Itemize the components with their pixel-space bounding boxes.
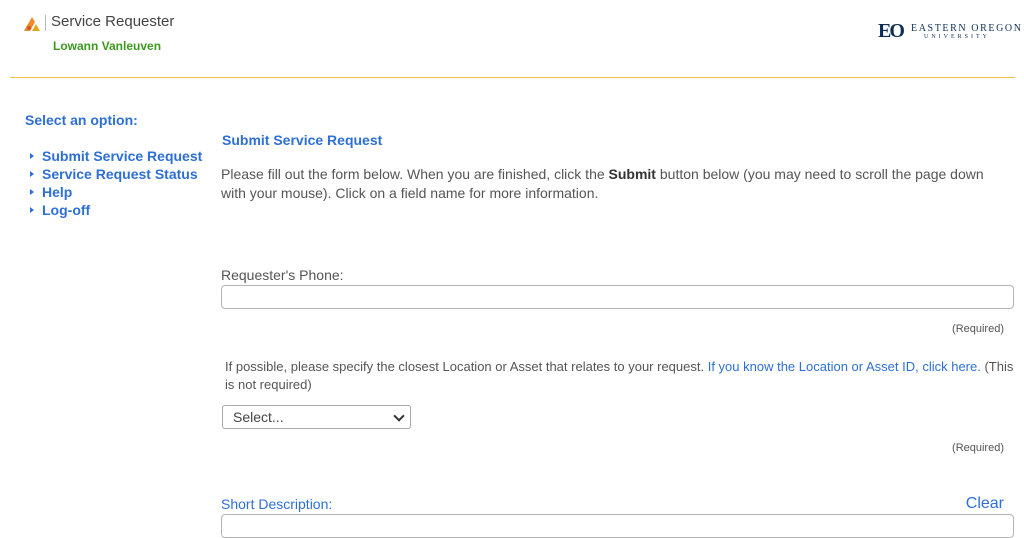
phone-field-label[interactable]: Requester's Phone: xyxy=(221,267,344,283)
phone-required-note: (Required) xyxy=(952,323,1004,335)
arrow-right-icon xyxy=(30,153,34,159)
short-description-input[interactable] xyxy=(221,514,1014,538)
sidebar-item-label: Log-off xyxy=(42,202,91,218)
sidebar-item-label: Submit Service Request xyxy=(42,148,203,164)
location-help-start: If possible, please specify the closest … xyxy=(225,359,708,374)
sidebar-item-service-request-status[interactable]: Service Request Status xyxy=(25,165,215,183)
arrow-right-icon xyxy=(30,207,34,213)
location-asset-select[interactable]: Select... xyxy=(222,405,411,429)
university-logo: EO EASTERN OREGON UNIVERSITY xyxy=(878,20,1021,44)
arrow-right-icon xyxy=(30,189,34,195)
location-asset-id-link[interactable]: If you know the Location or Asset ID, cl… xyxy=(708,359,981,374)
location-required-note: (Required) xyxy=(952,442,1004,454)
location-help-text: If possible, please specify the closest … xyxy=(225,358,1015,394)
app-title: Service Requester xyxy=(51,13,175,30)
phone-input[interactable] xyxy=(221,285,1014,309)
title-separator xyxy=(45,15,46,31)
sidebar-item-label: Help xyxy=(42,184,73,200)
arrow-right-icon xyxy=(30,171,34,177)
header-divider xyxy=(10,77,1015,78)
clear-button[interactable]: Clear xyxy=(966,495,1004,513)
chevron-down-icon xyxy=(393,410,405,422)
sidebar-item-label: Service Request Status xyxy=(42,166,198,182)
university-mark: EO xyxy=(878,20,905,42)
short-description-label[interactable]: Short Description: xyxy=(221,496,332,512)
header: Service Requester Lowann Vanleuven EO EA… xyxy=(0,0,1024,78)
sidebar-item-help[interactable]: Help xyxy=(25,183,215,201)
sidebar-item-submit-service-request[interactable]: Submit Service Request xyxy=(25,147,215,165)
sidebar-heading: Select an option: xyxy=(25,112,138,128)
sidebar: Select an option: Submit Service Request… xyxy=(25,112,215,219)
user-name: Lowann Vanleuven xyxy=(53,39,162,53)
intro-text-start: Please fill out the form below. When you… xyxy=(221,166,609,182)
select-value: Select... xyxy=(233,409,284,425)
intro-text: Please fill out the form below. When you… xyxy=(221,165,1011,203)
app-logo-icon xyxy=(24,17,40,31)
university-subname: UNIVERSITY xyxy=(924,34,990,40)
page-title: Submit Service Request xyxy=(222,132,383,148)
sidebar-item-log-off[interactable]: Log-off xyxy=(25,201,215,219)
university-name: EASTERN OREGON xyxy=(911,23,1023,34)
intro-submit-emphasis: Submit xyxy=(608,166,656,182)
